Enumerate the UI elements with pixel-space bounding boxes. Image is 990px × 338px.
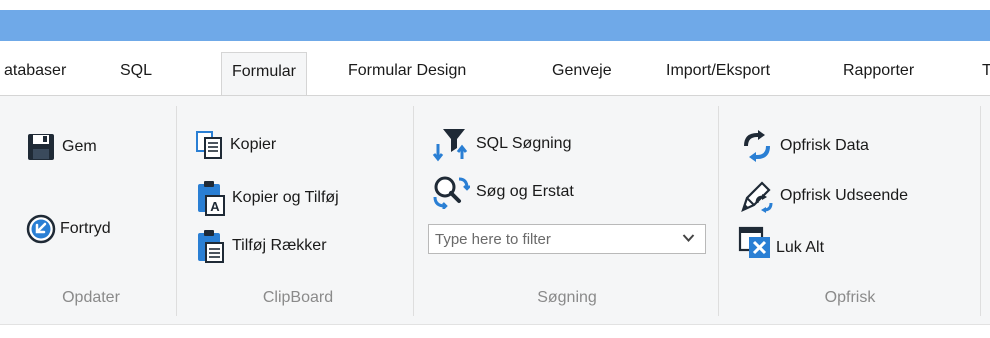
kopier-tilfoej-label: Kopier og Tilføj [232, 189, 339, 206]
luk-alt-button[interactable]: Luk Alt [738, 226, 824, 260]
group-separator [413, 106, 414, 316]
group-separator [980, 106, 981, 316]
sql-filter-icon [432, 129, 468, 162]
undo-icon [26, 214, 56, 244]
paste-append-icon: A [198, 181, 225, 216]
soeg-erstat-button[interactable]: Søg og Erstat [432, 175, 574, 209]
fortryd-button[interactable]: Fortryd [26, 214, 111, 244]
kopier-tilfoej-button[interactable]: A Kopier og Tilføj [196, 179, 339, 217]
tab-databaser[interactable]: atabaser [4, 62, 66, 80]
opfrisk-udseende-button[interactable]: Opfrisk Udseende [740, 179, 908, 213]
tab-import-eksport[interactable]: Import/Eksport [666, 62, 770, 80]
tab-sql[interactable]: SQL [120, 62, 152, 80]
title-bar [0, 10, 990, 41]
paste-rows-icon [198, 230, 224, 263]
refresh-appearance-icon [741, 181, 773, 213]
opfrisk-udseende-label: Opfrisk Udseende [780, 187, 909, 204]
close-all-icon [738, 226, 770, 258]
kopier-label: Kopier [230, 136, 277, 153]
tab-rapporter[interactable]: Rapporter [843, 62, 914, 80]
group-label-opdater: Opdater [62, 289, 120, 306]
ribbon-panel: Gem Fortryd Opdater Kopier A Kopier og T… [0, 95, 990, 325]
filter-combobox[interactable] [428, 224, 706, 254]
opfrisk-data-label: Opfrisk Data [780, 137, 869, 154]
gem-button[interactable]: Gem [26, 132, 97, 162]
group-separator [176, 106, 177, 316]
gem-label: Gem [62, 138, 97, 155]
group-label-opfrisk: Opfrisk [824, 289, 876, 306]
sql-soegning-label: SQL Søgning [476, 135, 572, 152]
kopier-button[interactable]: Kopier [194, 130, 276, 160]
tilfoej-raekker-button[interactable]: Tilføj Rækker [196, 228, 327, 264]
group-separator [718, 106, 719, 316]
chevron-down-icon[interactable] [682, 233, 695, 243]
save-icon [28, 134, 54, 160]
sql-soegning-button[interactable]: SQL Søgning [432, 126, 571, 162]
copy-icon [196, 131, 222, 159]
find-replace-icon [433, 176, 470, 209]
group-label-soegning: Søgning [537, 289, 597, 306]
ribbon-tab-bar: atabaser SQL Formular Formular Design Ge… [0, 41, 990, 98]
tab-truncated[interactable]: T [982, 62, 990, 80]
tab-formular-design[interactable]: Formular Design [348, 62, 466, 80]
group-label-clipboard: ClipBoard [262, 289, 334, 306]
refresh-data-icon [744, 130, 770, 162]
opfrisk-data-button[interactable]: Opfrisk Data [740, 130, 869, 162]
tab-genveje[interactable]: Genveje [552, 62, 612, 80]
soeg-erstat-label: Søg og Erstat [476, 183, 574, 200]
tilfoej-raekker-label: Tilføj Rækker [232, 237, 327, 254]
luk-alt-label: Luk Alt [776, 239, 825, 256]
tab-formular[interactable]: Formular [221, 52, 308, 98]
fortryd-label: Fortryd [60, 220, 111, 237]
svg-text:A: A [210, 199, 220, 214]
filter-input[interactable] [429, 225, 669, 253]
